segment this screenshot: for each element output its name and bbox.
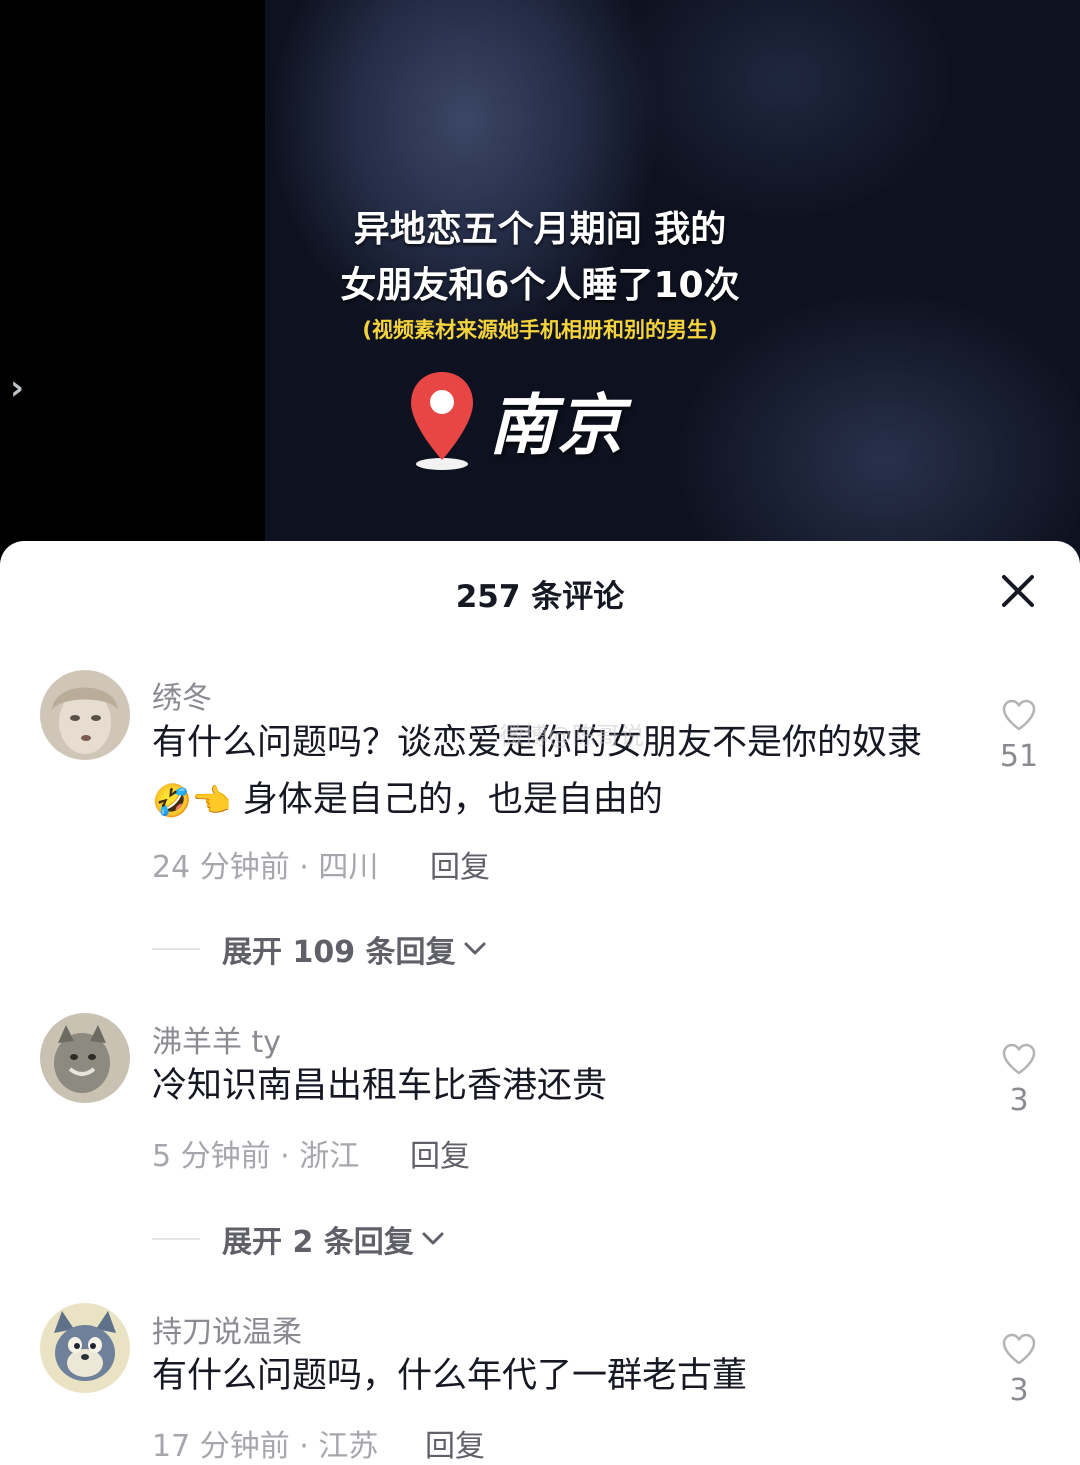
rofl-emoji-icon: 🤣 (152, 781, 192, 820)
avatar[interactable] (40, 1303, 130, 1393)
avatar[interactable] (40, 1013, 130, 1103)
comment-meta: 17 分钟前 · 江苏 (152, 1429, 379, 1464)
divider (152, 948, 200, 950)
video-caption-line1: 异地恋五个月期间 我的 (353, 209, 727, 250)
like-count: 3 (1009, 1083, 1029, 1118)
reply-button[interactable]: 回复 (425, 1421, 485, 1465)
comment-text: 冷知识南昌出租车比香港还贵 (152, 1066, 608, 1106)
expand-replies-button[interactable]: 展开 109 条回复 (152, 929, 490, 970)
comments-sheet: 257 条评论 绣冬 有什么问题吗？谈恋爱是你的女朋友不是你的奴隶🤣👈 身体是自… (0, 541, 1080, 1465)
pointing-hand-emoji-icon: 👈 (191, 781, 232, 820)
comment-username[interactable]: 沸羊羊 ty (152, 1017, 281, 1061)
chevron-right-icon[interactable]: › (10, 368, 24, 408)
video-player[interactable]: 异地恋五个月期间 我的 女朋友和6个人睡了10次 (视频素材来源她手机相册和别的… (0, 0, 1080, 560)
comment-text: 有什么问题吗，什么年代了一群老古董 (152, 1356, 748, 1396)
close-icon[interactable] (996, 569, 1040, 613)
comment-meta: 24 分钟前 · 四川 (152, 850, 379, 885)
comments-count-title: 257 条评论 (455, 579, 625, 615)
heart-icon (1002, 699, 1036, 731)
location-pin-icon (411, 372, 473, 470)
avatar[interactable] (40, 670, 130, 760)
location-label: 南京 (489, 387, 625, 464)
expand-replies-label: 展开 109 条回复 (222, 935, 456, 970)
heart-icon (1002, 1043, 1036, 1075)
like-count: 51 (999, 739, 1039, 774)
video-caption-line2: 女朋友和6个人睡了10次 (340, 265, 740, 306)
expand-replies-button[interactable]: 展开 2 条回复 (152, 1219, 448, 1260)
video-caption-source: (视频素材来源她手机相册和别的男生) (362, 318, 718, 342)
expand-replies-label: 展开 2 条回复 (222, 1225, 414, 1260)
heart-icon (1002, 1333, 1036, 1365)
chevron-down-icon (422, 1232, 444, 1245)
like-count: 3 (1009, 1373, 1029, 1408)
reply-button[interactable]: 回复 (430, 842, 490, 886)
video-location: 南京 (405, 365, 625, 475)
comment-username[interactable]: 持刀说温柔 (152, 1307, 302, 1351)
comment-meta: 5 分钟前 · 浙江 (152, 1139, 360, 1174)
like-button[interactable]: 3 (990, 1333, 1048, 1408)
chevron-down-icon (464, 942, 486, 955)
divider (152, 1238, 200, 1240)
like-button[interactable]: 51 (990, 699, 1048, 774)
like-button[interactable]: 3 (990, 1043, 1048, 1118)
comment-username[interactable]: 绣冬 (152, 673, 212, 717)
reply-button[interactable]: 回复 (410, 1131, 470, 1175)
comment-text-part2: 身体是自己的，也是自由的 (231, 780, 663, 820)
watermark: 微博@陈哥说 (500, 722, 644, 750)
